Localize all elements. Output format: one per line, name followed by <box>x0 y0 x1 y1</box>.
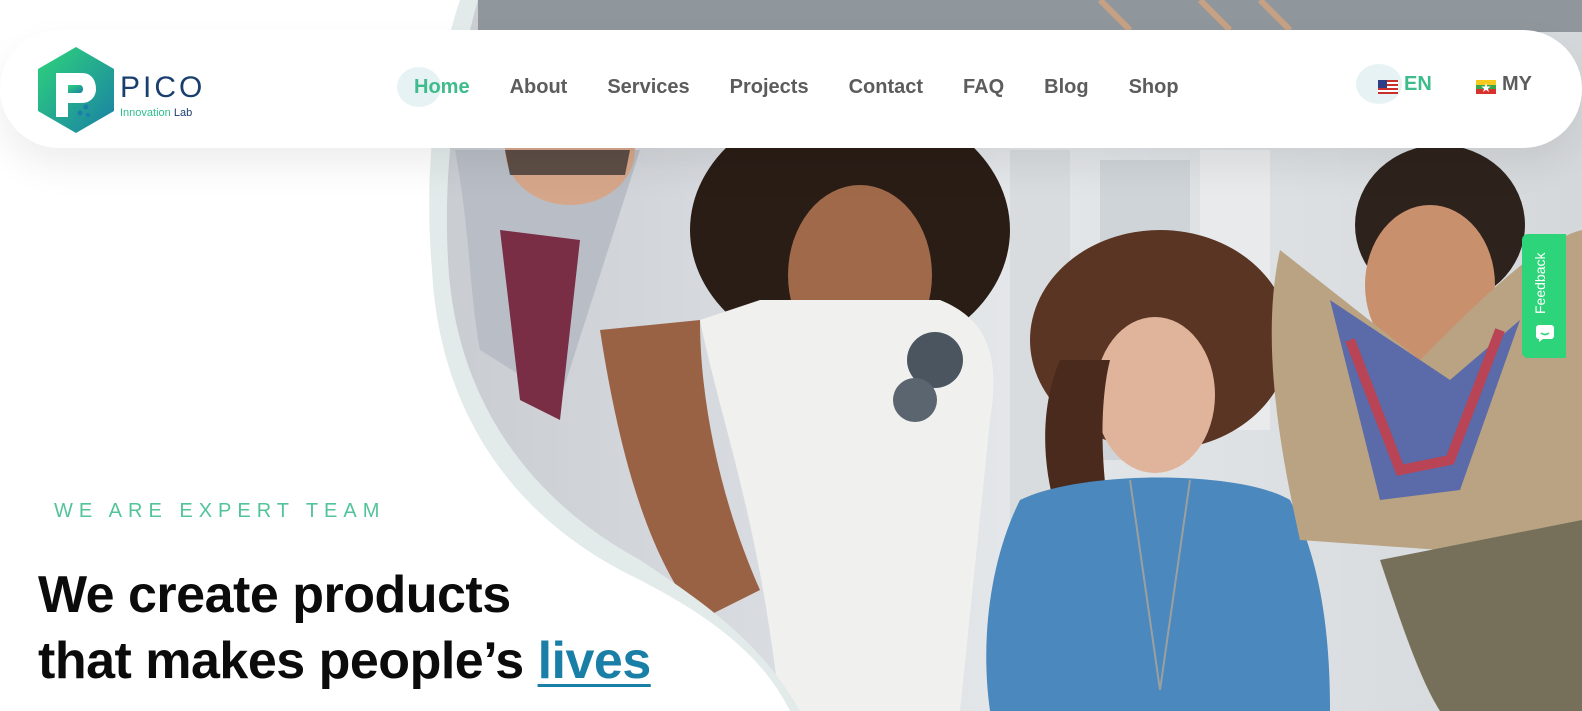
hexagon-logo-icon <box>38 47 114 133</box>
main-nav: Home About Services Projects Contact FAQ… <box>397 67 1219 107</box>
hero-headline-line2: that makes people’s <box>38 632 538 690</box>
logo-subtitle-secondary: Lab <box>173 107 193 119</box>
logo[interactable]: PICO Innovation Lab <box>36 45 206 135</box>
feedback-label: Feedback <box>1532 252 1548 314</box>
nav-item-about[interactable]: About <box>510 67 568 107</box>
hero-headline-line1: We create products <box>38 566 511 624</box>
language-my-label: MY <box>1502 72 1532 95</box>
language-en-label: EN <box>1404 72 1432 95</box>
logo-subtitle-primary: Innovation <box>120 107 171 119</box>
chat-face-icon <box>1536 325 1554 342</box>
nav-item-faq[interactable]: FAQ <box>963 67 1004 107</box>
nav-item-contact[interactable]: Contact <box>849 67 923 107</box>
feedback-tab[interactable]: Feedback <box>1522 234 1566 358</box>
nav-item-services[interactable]: Services <box>607 67 689 107</box>
language-my-link[interactable]: MY <box>1476 64 1532 104</box>
language-en-link[interactable]: EN <box>1356 64 1432 104</box>
logo-subtitle: Innovation Lab <box>120 107 192 119</box>
us-flag-icon <box>1378 77 1398 94</box>
nav-item-blog[interactable]: Blog <box>1044 67 1088 107</box>
hero-headline-highlight: lives <box>537 632 652 690</box>
hero-tagline: WE ARE EXPERT TEAM <box>54 500 386 522</box>
nav-item-projects[interactable]: Projects <box>730 67 809 107</box>
hero-headline: We create products that makes people’s l… <box>38 562 651 694</box>
nav-item-home[interactable]: Home <box>397 67 470 107</box>
site-header: PICO Innovation Lab Home About Services … <box>0 30 1582 148</box>
myanmar-flag-icon <box>1476 77 1496 94</box>
nav-item-shop[interactable]: Shop <box>1129 67 1179 107</box>
logo-wordmark: PICO <box>120 71 206 104</box>
